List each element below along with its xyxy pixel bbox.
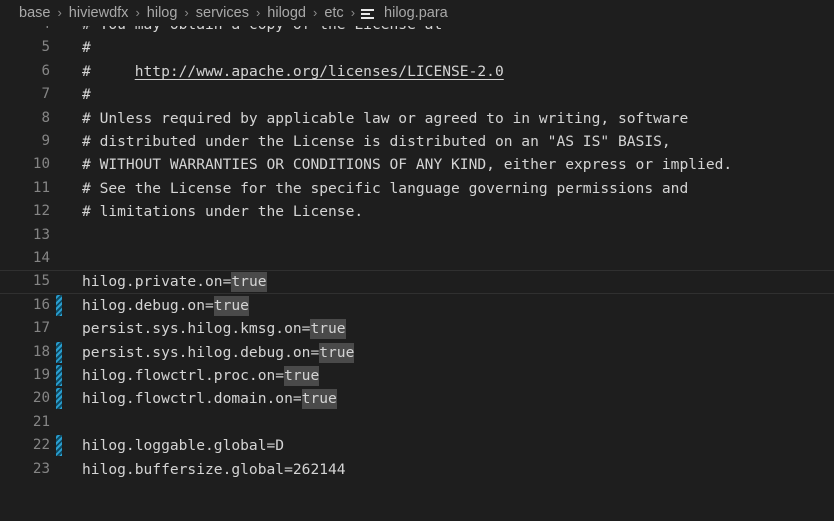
comment-text: #: [82, 86, 91, 104]
line-number: 10: [32, 156, 50, 173]
comment-text: # WITHOUT WARRANTIES OR CONDITIONS OF AN…: [82, 156, 733, 174]
properties-file-icon: [361, 7, 376, 21]
line-number: 14: [32, 250, 50, 266]
line-number: 12: [32, 203, 50, 220]
line-number: 18: [32, 343, 50, 360]
code-line-text: #: [82, 36, 91, 59]
code-editor[interactable]: 4 # You may obtain a copy of the License …: [0, 26, 834, 521]
property-value: true: [284, 366, 320, 386]
breadcrumb-separator-icon: ›: [255, 5, 261, 20]
gutter-modified-indicator[interactable]: [56, 435, 62, 457]
gutter-modified-indicator[interactable]: [56, 388, 62, 410]
property-value: true: [213, 295, 249, 316]
property-key: hilog.loggable.global=: [82, 437, 276, 455]
line-number: 22: [32, 437, 50, 454]
line-number: 19: [32, 367, 50, 383]
breadcrumb: base › hiviewdfx › hilog › services › hi…: [0, 0, 834, 26]
breadcrumb-item-base[interactable]: base: [18, 0, 51, 26]
property-key: hilog.private.on=: [82, 273, 232, 291]
breadcrumb-item-hiviewdfx[interactable]: hiviewdfx: [68, 0, 130, 26]
property-key: hilog.flowctrl.proc.on=: [82, 367, 285, 384]
property-value: true: [310, 319, 346, 340]
code-line-text: # http://www.apache.org/licenses/LICENSE…: [82, 60, 504, 83]
breadcrumb-item-hilog[interactable]: hilog: [146, 0, 179, 26]
line-number: 5: [41, 39, 50, 56]
property-key: hilog.buffersize.global=: [82, 460, 293, 478]
property-key: hilog.debug.on=: [82, 296, 214, 314]
line-number: 20: [32, 390, 50, 407]
code-line-text: hilog.buffersize.global=262144: [82, 458, 346, 481]
comment-text: #: [82, 39, 91, 57]
breadcrumb-separator-icon: ›: [135, 5, 140, 20]
code-line-text: # Unless required by applicable law or a…: [82, 107, 688, 130]
line-number: 23: [32, 460, 50, 477]
line-number: 16: [32, 296, 50, 313]
property-value: true: [319, 342, 355, 363]
comment-prefix: #: [82, 62, 135, 80]
line-number: 6: [41, 62, 50, 79]
property-key: persist.sys.hilog.kmsg.on=: [82, 320, 311, 338]
comment-text: # Unless required by applicable law or a…: [82, 109, 689, 127]
breadcrumb-item-etc[interactable]: etc: [323, 0, 344, 26]
line-number: 15: [32, 273, 50, 290]
comment-text: # See the License for the specific langu…: [82, 179, 689, 197]
property-value: D: [275, 437, 285, 455]
code-line-text: hilog.flowctrl.proc.on=true: [82, 364, 320, 387]
property-key: hilog.flowctrl.domain.on=: [82, 390, 302, 408]
code-line-text: hilog.debug.on=true: [82, 294, 249, 317]
line-number: 17: [32, 320, 50, 337]
line-number: 7: [41, 86, 50, 103]
breadcrumb-separator-icon: ›: [313, 5, 318, 20]
line-number: 13: [32, 226, 50, 243]
property-value: 262144: [292, 460, 346, 478]
breadcrumb-item-file[interactable]: hilog.para: [361, 0, 449, 26]
breadcrumb-file-label: hilog.para: [384, 5, 448, 21]
gutter-modified-indicator[interactable]: [56, 365, 62, 386]
code-line-text: hilog.loggable.global=D: [82, 434, 284, 457]
code-line-text: persist.sys.hilog.kmsg.on=true: [82, 317, 346, 340]
property-value: true: [301, 389, 337, 410]
code-line-text: # distributed under the License is distr…: [82, 130, 671, 153]
code-line-text: persist.sys.hilog.debug.on=true: [82, 341, 355, 364]
breadcrumb-separator-icon: ›: [184, 5, 189, 20]
code-line-text: # You may obtain a copy of the License a…: [82, 26, 442, 36]
comment-text: # limitations under the License.: [82, 203, 364, 221]
breadcrumb-item-hilogd[interactable]: hilogd: [266, 0, 307, 26]
breadcrumb-item-services[interactable]: services: [195, 0, 250, 26]
code-line-text: # WITHOUT WARRANTIES OR CONDITIONS OF AN…: [82, 153, 732, 176]
line-number: 9: [41, 133, 50, 149]
code-line-text: hilog.private.on=true: [82, 270, 267, 293]
property-value: true: [231, 272, 267, 293]
gutter-modified-indicator[interactable]: [56, 341, 62, 363]
gutter-modified-indicator[interactable]: [56, 294, 62, 316]
line-number: 8: [41, 109, 50, 126]
comment-text: # You may obtain a copy of the License a…: [82, 26, 442, 33]
license-url-link[interactable]: http://www.apache.org/licenses/LICENSE-2…: [135, 63, 504, 80]
code-line-text: # See the License for the specific langu…: [82, 177, 688, 200]
breadcrumb-separator-icon: ›: [350, 5, 356, 20]
breadcrumb-separator-icon: ›: [57, 5, 62, 20]
line-number: 4: [0, 26, 50, 36]
code-line-text: hilog.flowctrl.domain.on=true: [82, 387, 337, 410]
line-number: 11: [32, 179, 50, 196]
code-line-text: # limitations under the License.: [82, 200, 363, 223]
line-number: 21: [32, 413, 50, 430]
code-line-text: #: [82, 83, 91, 106]
property-key: persist.sys.hilog.debug.on=: [82, 343, 320, 361]
comment-text: # distributed under the License is distr…: [82, 133, 671, 150]
